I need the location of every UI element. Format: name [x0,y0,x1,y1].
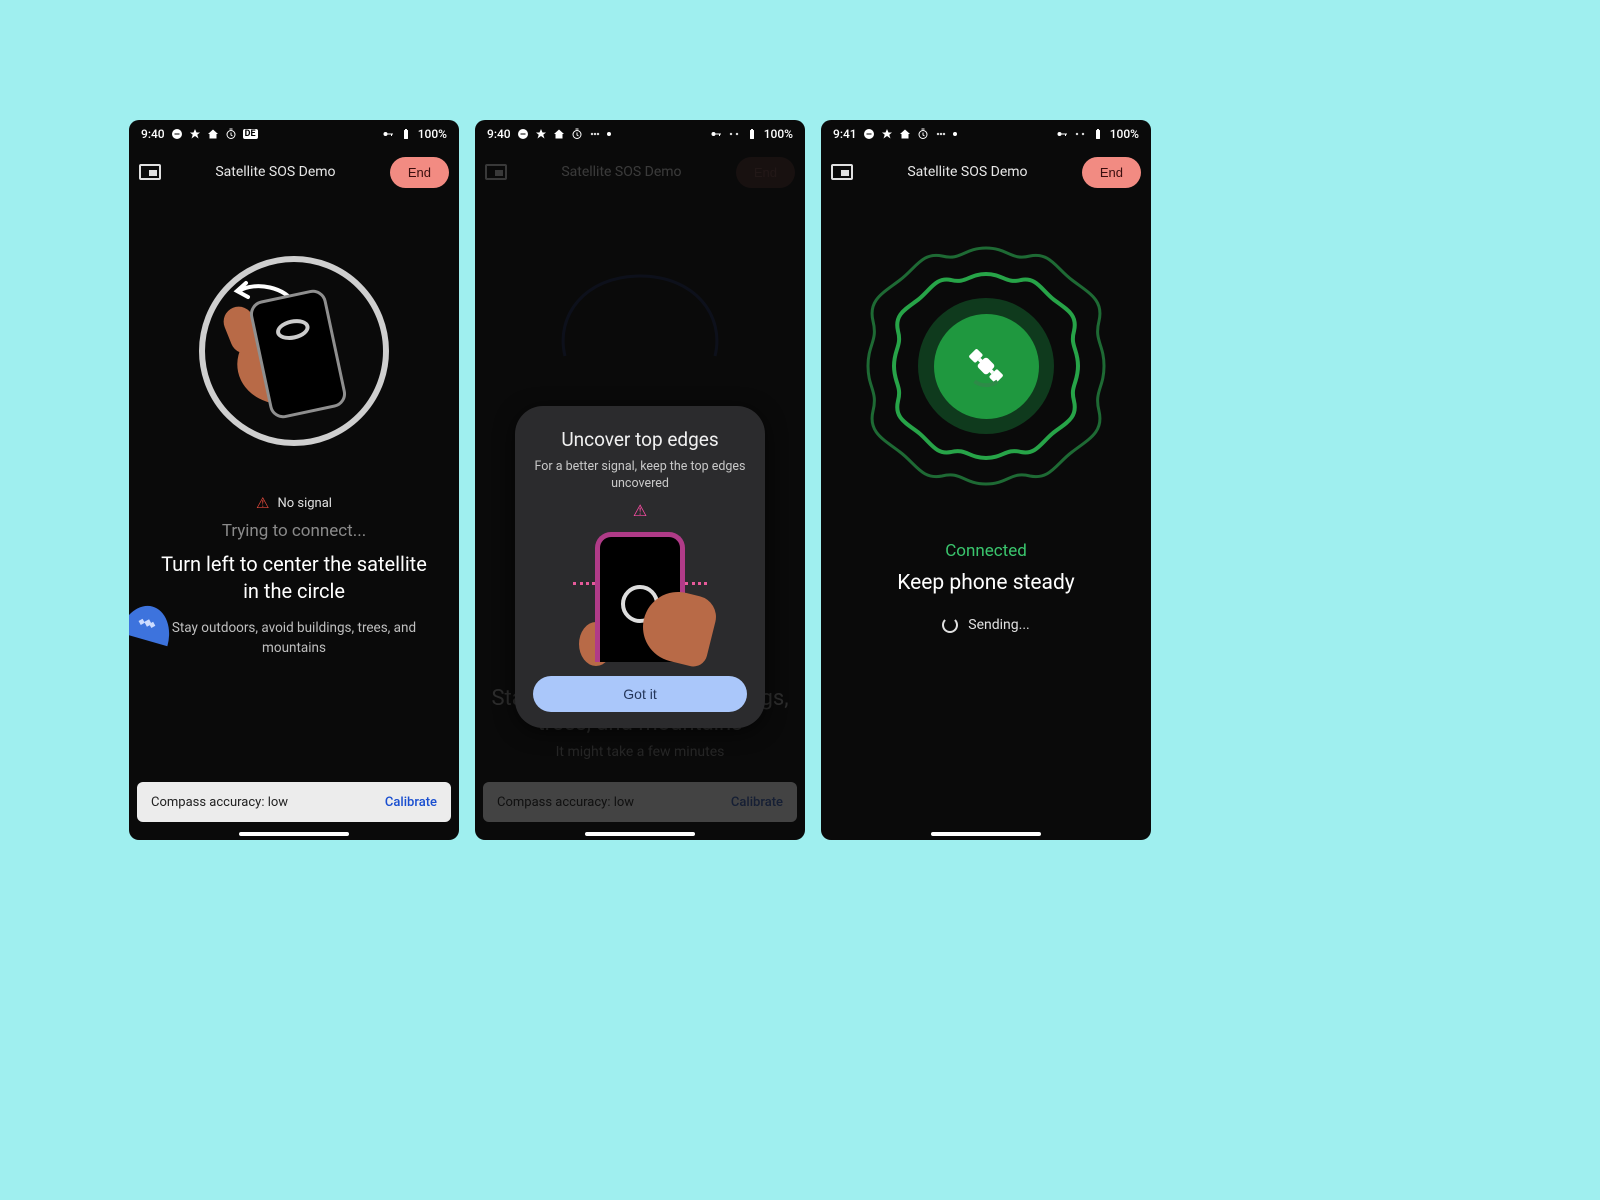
location-icon [881,128,893,140]
app-title: Satellite SOS Demo [169,164,382,180]
connecting-status: Trying to connect... [222,521,366,541]
app-title: Satellite SOS Demo [515,164,728,180]
end-button: End [736,157,795,188]
more-notifications-dot-icon [607,132,611,136]
dialog-body: For a better signal, keep the top edges … [533,459,747,493]
connected-status: Connected [945,541,1027,561]
status-bar: 9:40 100% [475,120,805,148]
home-icon [553,128,565,140]
dnd-icon [863,128,875,140]
end-button[interactable]: End [390,157,449,188]
status-bar: 9:40 DE 100% [129,120,459,148]
pip-icon [485,164,507,180]
satellite-icon [589,128,601,140]
compass-label: Compass accuracy: low [497,795,634,810]
warning-triangle-icon: ⚠ [256,496,269,511]
pip-icon[interactable] [831,164,853,180]
home-icon [899,128,911,140]
warning-triangle-icon: ⚠ [633,501,647,520]
battery-percent: 100% [764,127,793,141]
instruction-title: Keep phone steady [897,571,1075,595]
home-indicator[interactable] [585,832,695,836]
app-bar: Satellite SOS Demo End [475,148,805,196]
clock: 9:40 [141,127,165,141]
phone-screen-3: 9:41 100% Satellite SOS Demo End [821,120,1151,840]
bg-instruction-sub: It might take a few minutes [475,744,805,760]
clock: 9:40 [487,127,511,141]
satellite-icon [935,128,947,140]
screen1-content: ⚠ No signal Trying to connect... Turn le… [129,196,459,840]
sending-label: Sending... [968,617,1029,633]
phone-screen-2: 9:40 100% Satellite SOS Demo End [475,120,805,840]
dimmed-backdrop [545,196,735,376]
vpn-key-icon [1056,128,1068,140]
home-icon [207,128,219,140]
location-icon [535,128,547,140]
app-bar: Satellite SOS Demo End [821,148,1151,196]
battery-icon [1092,128,1104,140]
phone-in-hand-graphic [237,284,352,419]
home-indicator[interactable] [239,832,349,836]
location-icon [189,128,201,140]
screen3-content: Connected Keep phone steady Sending... [821,196,1151,840]
app-title: Satellite SOS Demo [861,164,1074,180]
pip-icon[interactable] [139,164,161,180]
phone-screen-1: 9:40 DE 100% Satellite SOS Demo End [129,120,459,840]
sending-row: Sending... [942,617,1029,633]
battery-icon [400,128,412,140]
clock: 9:41 [833,127,857,141]
compass-label: Compass accuracy: low [151,795,288,810]
battery-percent: 100% [1110,127,1139,141]
satellite-core-icon [934,314,1039,419]
calibrate-button[interactable]: Calibrate [385,795,437,810]
battery-percent: 100% [418,127,447,141]
app-bar: Satellite SOS Demo End [129,148,459,196]
compass-accuracy-bar: Compass accuracy: low Calibrate [483,782,797,822]
timer-icon [225,128,237,140]
compass-accuracy-bar: Compass accuracy: low Calibrate [137,782,451,822]
calibrate-button: Calibrate [731,795,783,810]
badge-icon: DE [243,129,258,139]
vpn-key-icon [382,128,394,140]
dialog-title: Uncover top edges [561,428,718,451]
end-button[interactable]: End [1082,157,1141,188]
dnd-icon [517,128,529,140]
got-it-button[interactable]: Got it [533,676,747,712]
screen2-content: Stay outdoors, avoid buildings, trees, a… [475,196,805,840]
satellite-status-icon [1074,128,1086,140]
status-bar: 9:41 100% [821,120,1151,148]
uncover-edges-graphic [565,522,715,662]
battery-icon [746,128,758,140]
timer-icon [571,128,583,140]
no-signal-row: ⚠ No signal [256,496,332,511]
timer-icon [917,128,929,140]
uncover-edges-dialog: Uncover top edges For a better signal, k… [515,406,765,728]
instruction-hint: Stay outdoors, avoid buildings, trees, a… [141,619,447,658]
vpn-key-icon [710,128,722,140]
satellite-status-icon [728,128,740,140]
more-notifications-dot-icon [953,132,957,136]
wavy-ring-bg-icon [545,256,735,376]
target-circle [199,256,389,446]
connected-rings-graphic [861,241,1111,491]
instruction-title: Turn left to center the satellite in the… [141,551,447,605]
spinner-icon [942,617,958,633]
no-signal-label: No signal [277,496,332,511]
dnd-icon [171,128,183,140]
home-indicator[interactable] [931,832,1041,836]
